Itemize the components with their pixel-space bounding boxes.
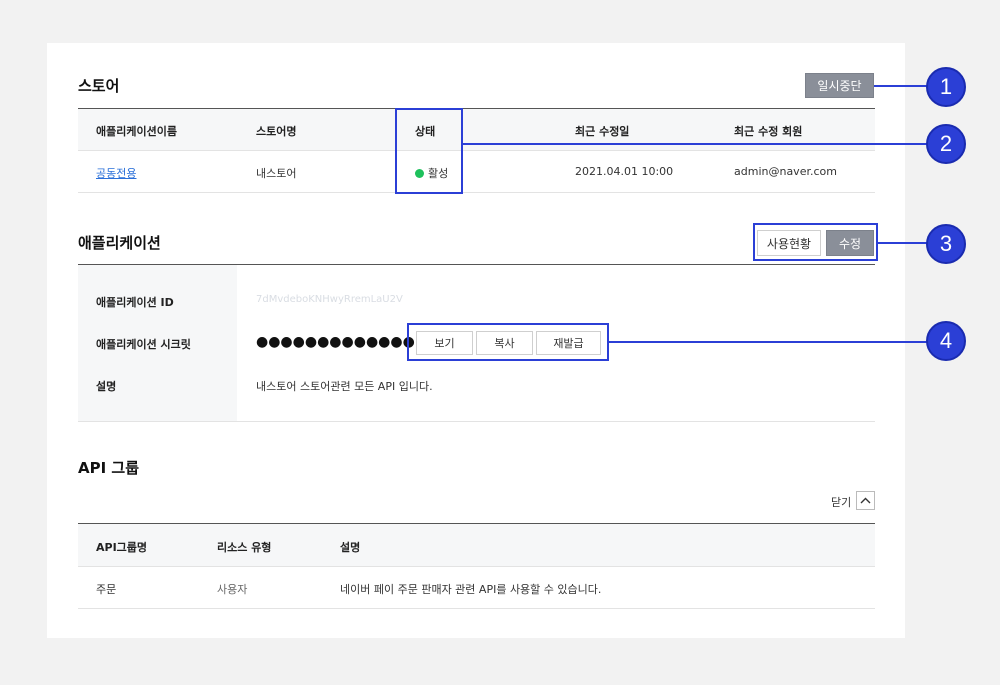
callout-badge-2: 2 — [926, 124, 966, 164]
modified-by-cell: admin@naver.com — [734, 165, 837, 178]
app-id-label: 애플리케이션 ID — [96, 296, 174, 309]
modified-cell: 2021.04.01 10:00 — [575, 165, 674, 178]
store-col-modified: 최근 수정일 — [575, 125, 630, 138]
app-secret-value: ●●●●●●●●●●●●● — [256, 334, 415, 350]
collapse-button[interactable] — [856, 491, 875, 510]
api-col-resource-type: 리소스 유형 — [217, 541, 272, 554]
application-bottom-border — [78, 421, 875, 422]
store-header-divider — [78, 150, 875, 151]
api-table-bottom-border — [78, 608, 875, 609]
api-resource-cell: 사용자 — [217, 583, 248, 596]
callout-line-1 — [874, 85, 928, 87]
app-secret-label: 애플리케이션 시크릿 — [96, 338, 191, 351]
api-col-name: API그룹명 — [96, 541, 148, 554]
callout-line-2 — [463, 143, 928, 145]
callout-badge-4: 4 — [926, 321, 966, 361]
app-desc-value: 내스토어 스토어관련 모든 API 입니다. — [256, 380, 433, 393]
api-group-title: API 그룹 — [78, 459, 140, 477]
api-description-cell: 네이버 페이 주문 판매자 관련 API를 사용할 수 있습니다. — [340, 583, 602, 596]
callout-box-4 — [407, 323, 609, 361]
api-header-divider — [78, 566, 875, 567]
callout-badge-1: 1 — [926, 67, 966, 107]
callout-box-3 — [753, 223, 878, 261]
api-col-description: 설명 — [340, 541, 361, 554]
store-name-cell: 내스토어 — [256, 167, 297, 180]
callout-box-2 — [395, 108, 463, 194]
app-name-link[interactable]: 공동전용 — [96, 165, 136, 181]
store-title: 스토어 — [78, 77, 120, 95]
store-col-modified-by: 최근 수정 회원 — [734, 125, 803, 138]
app-desc-label: 설명 — [96, 380, 117, 393]
close-label[interactable]: 닫기 — [831, 494, 851, 510]
callout-line-4 — [609, 341, 928, 343]
chevron-up-icon — [860, 497, 871, 504]
callout-badge-3: 3 — [926, 224, 966, 264]
store-table-bottom-border — [78, 192, 875, 193]
app-id-value: 7dMvdeboKNHwyRremLaU2V — [256, 294, 403, 305]
application-title: 애플리케이션 — [78, 234, 161, 252]
api-name-cell: 주문 — [96, 583, 117, 596]
store-col-store-name: 스토어명 — [256, 125, 297, 138]
pause-button[interactable]: 일시중단 — [805, 73, 874, 98]
store-col-app-name: 애플리케이션이름 — [96, 125, 177, 138]
callout-line-3 — [878, 242, 928, 244]
api-table-header — [78, 524, 875, 566]
